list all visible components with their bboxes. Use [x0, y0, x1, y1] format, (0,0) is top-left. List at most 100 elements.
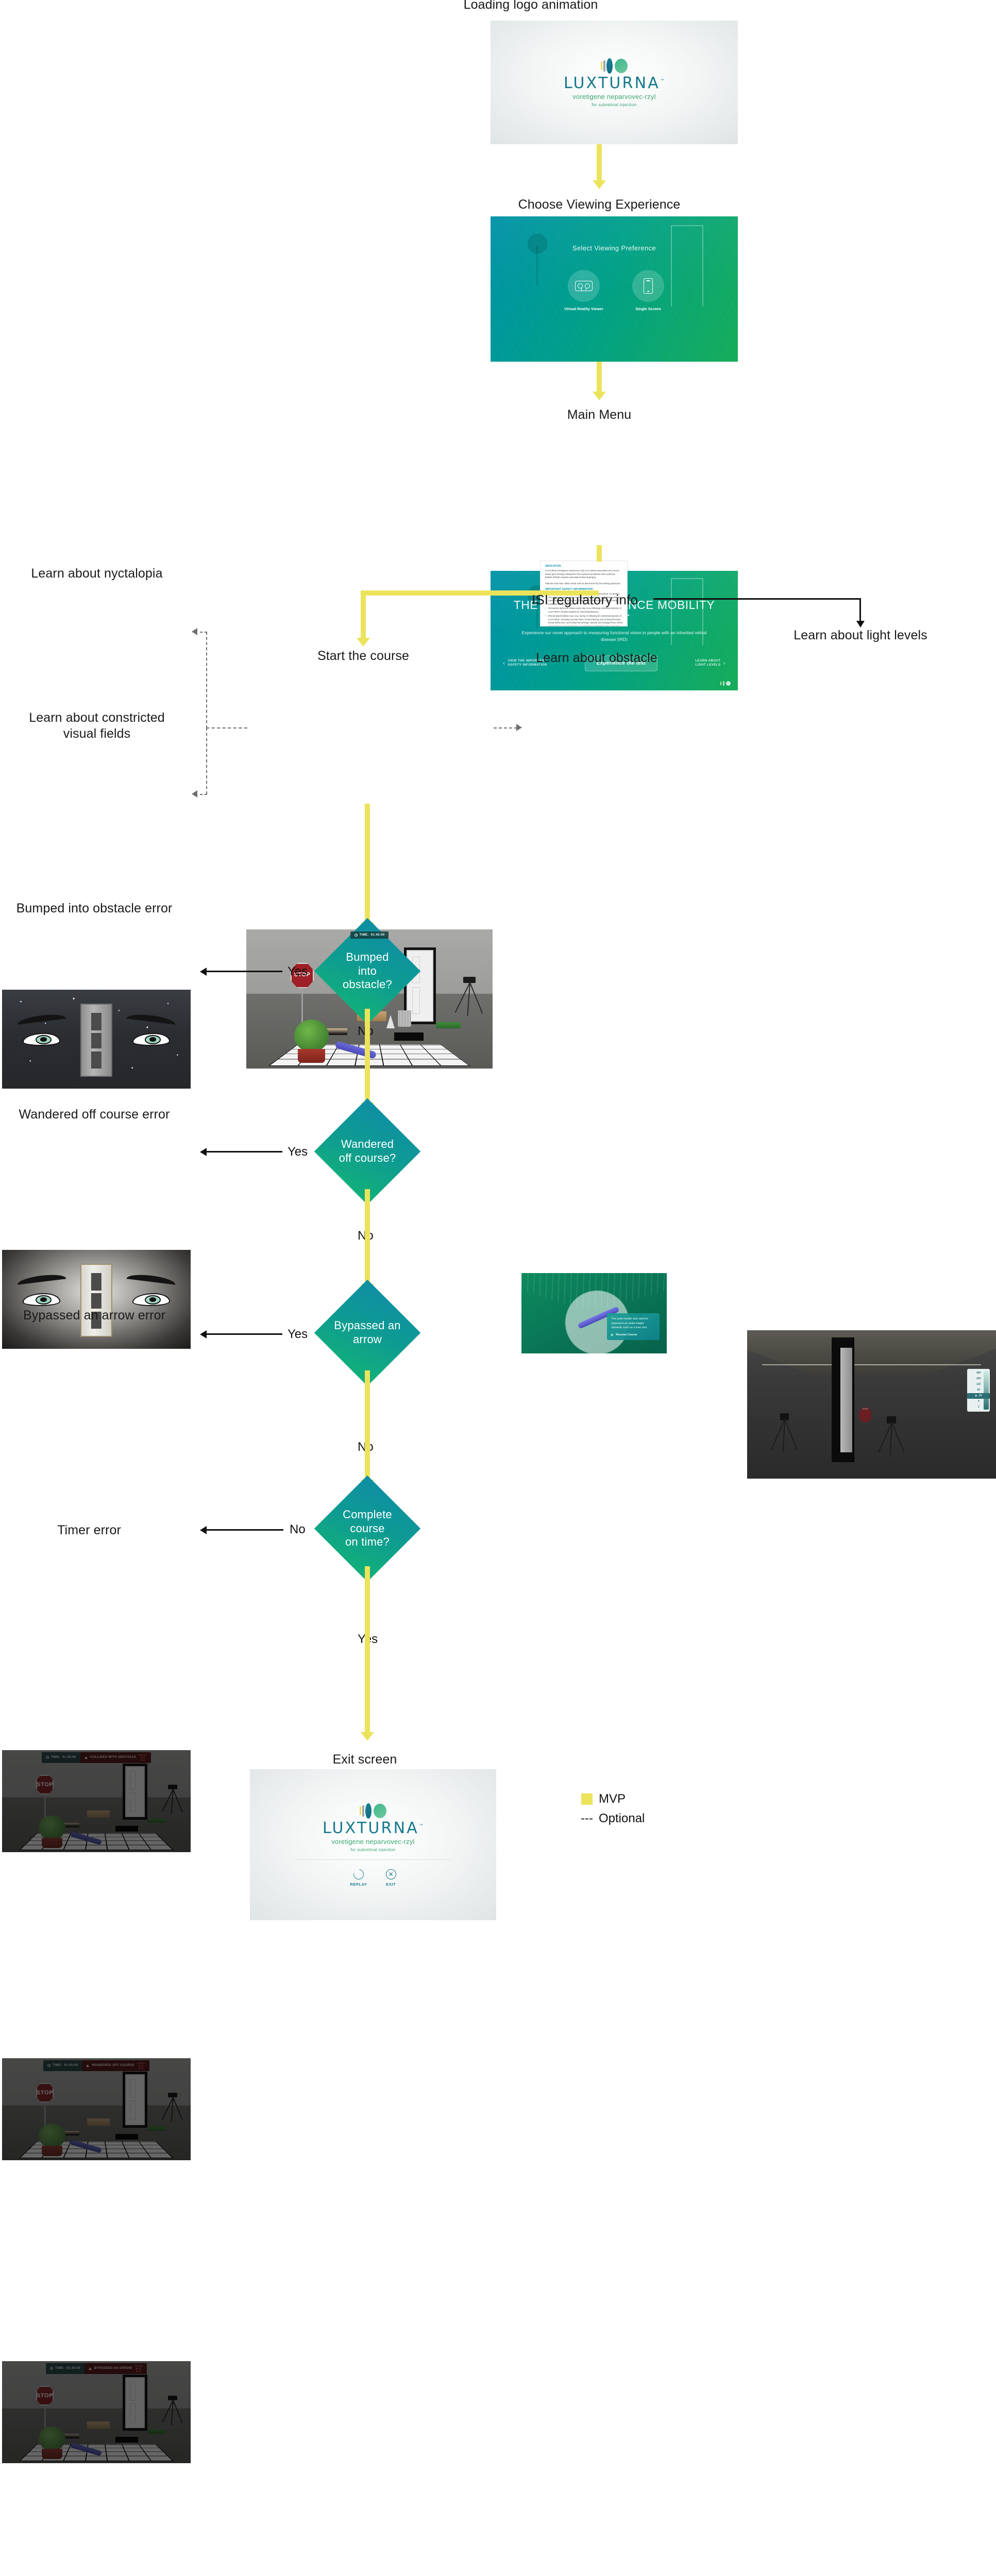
flow-arrow-head-wandered-yes	[200, 1148, 207, 1156]
screen-bypassed-an-arrow-error[interactable]: TIME: 01:45:00 BYPASSED AN ARROW ERRORS …	[2, 2361, 191, 2463]
clock-icon	[47, 2064, 51, 2067]
flow-line-light-drop	[859, 598, 861, 623]
luminance-selector-panel[interactable]: 400 250 125 50 10 4 1	[967, 1368, 990, 1412]
node-label-main-menu: Main Menu	[567, 408, 632, 422]
course-hud: TIME: 01:45:00	[246, 931, 493, 939]
luminance-option-4[interactable]: 4	[967, 1399, 989, 1404]
obstacle-turf	[147, 2126, 166, 2131]
logo-wordmark: LUXTURNA™	[323, 1820, 424, 1836]
main-menu-subtitle: Experience our novel approach to measuri…	[521, 630, 707, 642]
node-label-err-bumped: Bumped into obstacle error	[16, 901, 173, 916]
brand-mark-icon	[720, 681, 731, 686]
screen-bumped-into-obstacle-error[interactable]: TIME: 01:45:00 COLLIDED WITH OBSTACLE ER…	[2, 1750, 191, 1852]
chevron-right-icon: ›	[723, 659, 725, 667]
node-label-err-wandered: Wandered off course error	[19, 1107, 170, 1122]
replay-button[interactable]: REPLAY	[350, 1867, 367, 1887]
phone-icon	[632, 270, 664, 302]
stop-sign-icon: STOP	[36, 2385, 54, 2405]
obstacle-plant-foliage	[39, 1815, 65, 1840]
exit-label: EXIT	[386, 1882, 396, 1887]
node-label-start-course: Start the course	[317, 649, 410, 663]
hud-time-value: 01:45:00	[66, 2367, 80, 2370]
flow-arrow-course-to-bumped	[365, 804, 370, 927]
exit-button[interactable]: ✕ EXIT	[385, 1869, 396, 1887]
vr-goggles-icon	[567, 270, 600, 302]
isi-bullet-3: Retinal abnormalities may occur during o…	[545, 615, 622, 626]
screen-wandered-off-course-error[interactable]: TIME: 01:45:00 WANDERED OFF COURSE ERROR…	[2, 2058, 191, 2160]
luminance-option-10-selected[interactable]: 10	[967, 1393, 990, 1399]
branch-label-wandered-yes: Yes	[288, 1145, 308, 1159]
obstacle-plant-foliage	[294, 1020, 329, 1052]
camera-tripod	[162, 2396, 183, 2425]
node-label-loading: Loading logo animation	[463, 0, 598, 12]
flow-line-isi-to-light	[653, 598, 860, 600]
flow-arrow-head-bypassed-yes	[200, 1330, 207, 1338]
hud-time-value: 01:45:00	[64, 2064, 78, 2067]
ceiling-light-strip	[762, 1364, 982, 1366]
luminance-option-50[interactable]: 50	[967, 1387, 989, 1393]
clock-icon	[49, 2367, 53, 2370]
obstacle-turf	[147, 1818, 166, 1823]
replay-icon	[351, 1867, 366, 1882]
flow-line-bumped-yes	[206, 971, 282, 972]
luminance-option-250[interactable]: 250	[967, 1376, 989, 1382]
option-single-screen[interactable]: Single Screen	[632, 270, 664, 312]
luminance-option-125[interactable]: 125	[967, 1382, 989, 1387]
luminance-option-400[interactable]: 400	[967, 1370, 989, 1376]
flowchart-canvas: Loading logo animation LUXTURNA™ voretig…	[0, 0, 996, 2463]
hud-time-label: TIME:	[55, 2367, 65, 2370]
obstacle-plant-foliage	[39, 2123, 65, 2148]
hud-error-dots	[136, 2368, 141, 2372]
hud-time-label: TIME:	[53, 2064, 62, 2067]
node-label-isi: ISI regulatory info	[532, 592, 638, 607]
dashed-arrow-head-obstacle	[516, 724, 522, 731]
isi-paragraph-1: LUXTURNA (voretigene neparvovec-rzyl) is…	[545, 569, 620, 579]
hud-timer: TIME: 01:45:00	[41, 1752, 80, 1763]
warning-icon	[86, 2064, 90, 2067]
logo-tm: ™	[418, 1823, 424, 1829]
node-label-learn-light-levels: Learn about light levels	[794, 628, 927, 642]
room-door	[123, 2071, 147, 2128]
obstacle-turf	[147, 2429, 166, 2434]
course-hud: TIME: 01:45:00 WANDERED OFF COURSE ERROR…	[2, 2060, 191, 2071]
logo-wordmark: LUXTURNA™	[564, 75, 665, 91]
screen-choose-viewing[interactable]: Select Viewing Preference Virtual Realit…	[491, 216, 738, 362]
screen-loading-logo[interactable]: LUXTURNA™ voretigene neparvovec-rzyl for…	[491, 21, 738, 144]
screen-learn-constricted-fields[interactable]	[2, 1250, 191, 1349]
obstacle-plant-pot	[41, 2449, 63, 2460]
screen-learn-obstacle[interactable]: The pool noodle was used to represent an…	[521, 1273, 667, 1353]
screen-learn-light-levels[interactable]: STOP 400 250 125 50 10 4 1	[747, 1330, 996, 1479]
flow-line-wandered-yes	[206, 1151, 282, 1153]
stop-sign-icon: STOP	[36, 1774, 54, 1794]
obstacle-black-pad	[115, 2436, 138, 2443]
hud-time-label: TIME:	[359, 934, 369, 937]
clock-icon	[354, 934, 358, 937]
dashed-arrow-head-constricted	[192, 790, 197, 798]
eye-right	[132, 1293, 170, 1307]
screen-learn-nyctalopia[interactable]	[2, 990, 191, 1089]
node-label-err-bypassed: Bypassed an arrow error	[23, 1308, 166, 1323]
eyebrow-left	[16, 1273, 66, 1285]
link-learn-about-light-levels[interactable]: LEARN ABOUT LIGHT LEVELS ›	[695, 659, 725, 668]
course-hud: TIME: 01:45:00 BYPASSED AN ARROW ERRORS	[2, 2363, 191, 2374]
resume-course-button[interactable]: Resume Course	[611, 1333, 655, 1336]
hud-error-badge: BYPASSED AN ARROW ERRORS	[84, 2363, 147, 2374]
logo-generic-name: voretigene neparvovec-rzyl	[331, 1837, 415, 1845]
eye-left	[23, 1033, 61, 1046]
obstacle-black-pad	[394, 1032, 424, 1041]
legend-mvp-label: MVP	[599, 1792, 626, 1806]
eyebrow-right	[126, 1273, 176, 1285]
hud-error-dots	[140, 1757, 146, 1761]
obstacle-brown-box	[87, 1810, 110, 1818]
flow-branch-down-to-course	[361, 590, 366, 640]
flow-arrow-menu-down-stub	[597, 545, 602, 562]
screen-exit[interactable]: LUXTURNA™ voretigene neparvovec-rzyl for…	[250, 1769, 496, 1920]
room-door	[80, 1003, 113, 1077]
link-light-levels-label: LEARN ABOUT LIGHT LEVELS	[695, 659, 721, 667]
hud-error-text: BYPASSED AN ARROW	[94, 2367, 132, 2370]
luminance-option-1[interactable]: 1	[967, 1404, 989, 1410]
flow-arrow-wandered-to-bypassed	[365, 1189, 370, 1288]
hud-errors-label: ERRORS	[139, 1754, 147, 1756]
option-virtual-reality-viewer[interactable]: Virtual Reality Viewer	[564, 270, 603, 312]
obstacle-plant-pot	[298, 1049, 325, 1063]
